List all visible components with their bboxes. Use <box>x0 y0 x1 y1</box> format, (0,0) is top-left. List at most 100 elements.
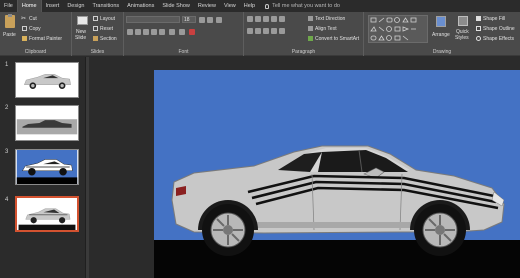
tab-insert[interactable]: Insert <box>42 0 64 12</box>
thumbnail-car-shadow <box>16 106 78 140</box>
shape-fill-button[interactable]: Shape Fill <box>476 15 520 22</box>
justify-icon[interactable] <box>271 28 277 34</box>
align-left-icon[interactable] <box>247 28 253 34</box>
slide-thumbnail-pane[interactable]: 1 2 3 4 <box>0 57 86 278</box>
front-wheel <box>414 204 466 256</box>
shapes-gallery[interactable] <box>368 15 428 43</box>
pen-icon <box>476 26 481 31</box>
clipboard-group: Paste ✂ Cut Copy Format Painter Clipboar… <box>0 12 72 56</box>
strikethrough-icon[interactable] <box>159 29 165 35</box>
tab-transitions[interactable]: Transitions <box>88 0 123 12</box>
tell-me-search[interactable]: Tell me what you want to do <box>265 3 340 9</box>
new-slide-icon <box>77 16 88 25</box>
tab-view[interactable]: View <box>220 0 240 12</box>
copy-label: Copy <box>29 26 41 32</box>
italic-icon[interactable] <box>135 29 141 35</box>
font-size-dropdown[interactable]: 18 <box>182 16 196 23</box>
paste-button[interactable]: Paste <box>2 14 18 44</box>
tab-design[interactable]: Design <box>63 0 88 12</box>
align-text-icon <box>308 26 313 31</box>
slides-group: New Slide Layout Reset Section Slides <box>72 12 124 56</box>
shape-effects-button[interactable]: Shape Effects <box>476 35 520 42</box>
slide-thumbnail-2[interactable] <box>15 105 79 141</box>
tab-slide-show[interactable]: Slide Show <box>158 0 194 12</box>
align-text-button[interactable]: Align Text <box>308 25 362 32</box>
decrease-indent-icon[interactable] <box>263 16 269 22</box>
line-spacing-icon[interactable] <box>279 16 285 22</box>
paste-clip-icon <box>8 14 12 17</box>
text-direction-button[interactable]: Text Direction <box>308 15 362 22</box>
paragraph-group: Text Direction Align Text Convert to Sma… <box>244 12 364 56</box>
shapes-gallery-icons <box>370 17 417 41</box>
slide-thumbnail-1[interactable] <box>15 62 79 98</box>
scissors-icon: ✂ <box>21 16 27 22</box>
new-slide-label-2: Slide <box>75 35 87 41</box>
shape-outline-button[interactable]: Shape Outline <box>476 25 520 32</box>
tab-help[interactable]: Help <box>240 0 259 12</box>
font-color-icon[interactable] <box>189 29 195 35</box>
section-button[interactable]: Section <box>93 35 123 42</box>
arrange-icon <box>436 16 446 27</box>
brush-icon <box>22 36 27 41</box>
shadow-icon[interactable] <box>151 29 157 35</box>
reset-icon <box>93 26 98 31</box>
copy-button[interactable]: Copy <box>21 25 61 32</box>
tab-file[interactable]: File <box>0 0 17 12</box>
font-name-dropdown[interactable] <box>126 16 180 23</box>
font-group-label: Font <box>178 49 189 55</box>
slide-number-2: 2 <box>5 105 9 111</box>
change-case-icon[interactable] <box>179 29 185 35</box>
current-slide[interactable] <box>154 70 520 278</box>
columns-icon[interactable] <box>279 28 285 34</box>
tab-review[interactable]: Review <box>194 0 220 12</box>
increase-font-icon[interactable] <box>199 17 205 23</box>
convert-smartart-label: Convert to SmartArt <box>315 36 360 42</box>
arrange-button[interactable]: Arrange <box>432 15 452 45</box>
tab-animations[interactable]: Animations <box>123 0 158 12</box>
slide-thumbnail-4[interactable] <box>15 196 79 232</box>
tab-home[interactable]: Home <box>16 0 42 12</box>
copy-icon <box>22 26 27 31</box>
format-painter-button[interactable]: Format Painter <box>21 35 71 42</box>
align-right-icon[interactable] <box>263 28 269 34</box>
cut-button[interactable]: ✂ Cut <box>21 15 61 22</box>
slide-editing-area <box>89 57 520 278</box>
character-spacing-icon[interactable] <box>169 29 175 35</box>
powerpoint-window: File Home Insert Design Transitions Anim… <box>0 0 520 278</box>
new-slide-button[interactable]: New Slide <box>73 15 91 45</box>
font-size-value: 18 <box>184 17 190 23</box>
quick-styles-icon <box>458 16 468 26</box>
shape-outline-label: Shape Outline <box>483 26 515 32</box>
drawing-group-label: Drawing <box>432 49 452 55</box>
cut-label: Cut <box>29 16 37 22</box>
slide-car-image[interactable] <box>154 70 520 278</box>
align-center-icon[interactable] <box>255 28 261 34</box>
format-painter-label: Format Painter <box>29 36 63 42</box>
slide-thumbnail-3[interactable] <box>15 149 79 185</box>
paragraph-group-label: Paragraph <box>291 49 316 55</box>
decrease-font-icon[interactable] <box>207 17 213 23</box>
slide-number-1: 1 <box>5 62 9 68</box>
text-direction-label: Text Direction <box>315 16 346 22</box>
clipboard-group-label: Clipboard <box>24 49 47 55</box>
drawing-group: Arrange Quick Styles Shape Fill Shape Ou… <box>364 12 520 56</box>
ribbon: Paste ✂ Cut Copy Format Painter Clipboar… <box>0 12 520 56</box>
layout-label: Layout <box>100 16 116 22</box>
numbering-icon[interactable] <box>255 16 261 22</box>
bullets-icon[interactable] <box>247 16 253 22</box>
bold-icon[interactable] <box>127 29 133 35</box>
slide-number-3: 3 <box>5 149 9 155</box>
quick-styles-button[interactable]: Quick Styles <box>454 15 474 45</box>
thumbnail-car-selected <box>18 198 76 230</box>
section-label: Section <box>100 36 117 42</box>
slide-number-4: 4 <box>5 197 9 203</box>
increase-indent-icon[interactable] <box>271 16 277 22</box>
shape-fill-label: Shape Fill <box>483 16 506 22</box>
convert-smartart-button[interactable]: Convert to SmartArt <box>308 35 364 42</box>
section-icon <box>93 36 98 41</box>
underline-icon[interactable] <box>143 29 149 35</box>
clear-formatting-icon[interactable] <box>216 17 222 23</box>
quick-styles-label-2: Styles <box>455 35 469 41</box>
reset-button[interactable]: Reset <box>93 25 123 32</box>
layout-button[interactable]: Layout <box>93 15 123 22</box>
